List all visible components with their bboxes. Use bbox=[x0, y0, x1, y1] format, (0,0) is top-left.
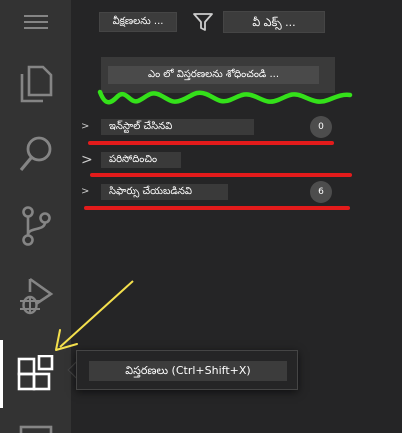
search-button[interactable] bbox=[0, 124, 71, 184]
chevron-right-icon: > bbox=[81, 186, 90, 197]
chevron-right-icon: > bbox=[81, 152, 93, 168]
vscode-window: వీక్షణలను ... వీ ఎక్స్ ... ఎం లో విస్తరణ… bbox=[0, 0, 402, 433]
red-underline-annotation bbox=[90, 173, 352, 177]
source-control-button[interactable] bbox=[0, 196, 71, 256]
run-debug-button[interactable] bbox=[0, 266, 71, 326]
views-dropdown[interactable]: వీక్షణలను ... bbox=[99, 12, 177, 32]
filter-icon[interactable] bbox=[192, 11, 214, 33]
extensions-icon bbox=[17, 355, 53, 391]
files-icon bbox=[20, 65, 52, 103]
menu-button[interactable] bbox=[0, 0, 71, 44]
installed-section-header[interactable]: > ఇన్‌స్టాల్ చేసినవి 0 bbox=[71, 115, 402, 139]
search-box: ఎం లో విస్తరణలను శోధించండి ... bbox=[101, 57, 335, 93]
installed-section-title: ఇన్‌స్టాల్ చేసినవి bbox=[101, 119, 254, 135]
more-actions-dropdown[interactable]: వీ ఎక్స్ ... bbox=[223, 11, 325, 33]
panel-icon bbox=[19, 425, 52, 433]
explore-section-header[interactable]: > పరిసోదించిం bbox=[71, 148, 402, 172]
source-control-icon bbox=[21, 206, 51, 246]
run-debug-icon bbox=[19, 277, 53, 315]
installed-count-badge: 0 bbox=[310, 116, 332, 138]
red-underline-annotation bbox=[84, 206, 350, 210]
tooltip-text: విస్తరణలు (Ctrl+Shift+X) bbox=[89, 361, 287, 381]
chevron-right-icon: > bbox=[81, 121, 90, 132]
recommended-section-header[interactable]: > సిఫార్సు చేయబడినవి 6 bbox=[71, 180, 402, 204]
extensions-tooltip: విస్తరణలు (Ctrl+Shift+X) bbox=[76, 350, 298, 390]
explorer-button[interactable] bbox=[0, 54, 71, 114]
activity-bar bbox=[0, 0, 71, 433]
panel-button[interactable] bbox=[0, 420, 71, 433]
search-icon bbox=[19, 136, 51, 172]
search-input[interactable]: ఎం లో విస్తరణలను శోధించండి ... bbox=[108, 66, 319, 84]
red-underline-annotation bbox=[88, 141, 334, 145]
recommended-section-title: సిఫార్సు చేయబడినవి bbox=[101, 184, 228, 200]
explore-section-title: పరిసోదించిం bbox=[101, 152, 181, 168]
extensions-button[interactable] bbox=[0, 340, 71, 408]
menu-icon bbox=[23, 15, 48, 29]
recommended-count-badge: 6 bbox=[310, 181, 332, 203]
